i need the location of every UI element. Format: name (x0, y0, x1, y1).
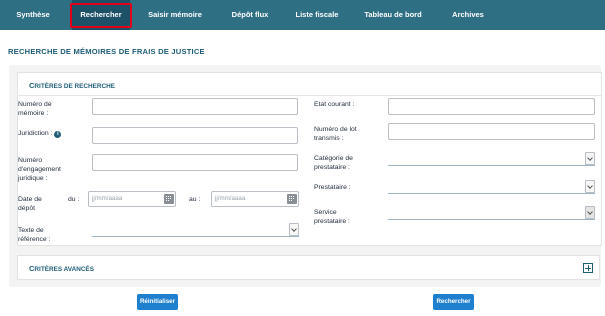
info-icon[interactable]: i (54, 131, 62, 138)
texte-ref-label-line2: référence : (18, 236, 51, 243)
service-prestataire-label: Service prestataire : (314, 208, 350, 226)
categorie-label-line2: prestataire : (314, 164, 350, 171)
numero-memoire-label-line2: mémoire : (18, 110, 49, 117)
disabled-select-handle (585, 206, 595, 219)
chevron-down-icon[interactable] (585, 180, 595, 193)
service-label-line2: prestataire : (314, 218, 350, 225)
criteria-title-rest: ritères de recherche (34, 83, 116, 90)
etat-courant-input[interactable] (388, 98, 595, 115)
numero-memoire-label: Numéro de mémoire : (18, 100, 52, 118)
texte-reference-label: Texte de référence : (18, 226, 51, 244)
expand-plus-icon[interactable] (583, 263, 593, 273)
engagement-label-line1: Numéro (18, 157, 43, 164)
reset-button[interactable]: Réinitialiser (137, 294, 178, 310)
juridiction-input[interactable] (92, 127, 298, 144)
date-from-input[interactable]: jj/mm/aaaa (88, 191, 176, 207)
numero-lot-label-line1: Numéro de lot (314, 126, 357, 133)
date-from-placeholder: jj/mm/aaaa (92, 195, 123, 202)
numero-lot-input[interactable] (388, 123, 595, 140)
date-depot-label-line1: Date de (18, 196, 42, 203)
advanced-criteria-title: Critères avancés (29, 264, 94, 273)
texte-reference-select[interactable] (92, 223, 299, 237)
date-to-input[interactable]: jj/mm/aaaa (211, 191, 299, 207)
numero-memoire-label-line1: Numéro de (18, 101, 52, 108)
engagement-label-line2: d'engagement (18, 166, 61, 173)
active-tab-highlight (70, 3, 132, 28)
numero-lot-label-line2: transmis : (314, 135, 344, 142)
criteria-section-title: Critères de recherche (29, 81, 115, 90)
page-title: Recherche de mémoires de frais de justic… (8, 47, 205, 56)
juridiction-label-text: Juridiction : (18, 130, 53, 137)
date-to-placeholder: jj/mm/aaaa (215, 195, 246, 202)
chevron-down-icon[interactable] (585, 152, 595, 165)
advanced-title-rest: ritères avancés (34, 266, 94, 273)
chevron-down-icon[interactable] (289, 223, 299, 236)
engagement-juridique-input[interactable] (92, 154, 298, 171)
service-label-line1: Service (314, 209, 337, 216)
section-divider (18, 95, 601, 96)
categorie-prestataire-label: Catégorie de prestataire : (314, 154, 353, 172)
search-panel: Critères de recherche Numéro de mémoire … (9, 65, 602, 287)
prestataire-label: Prestataire : (314, 184, 351, 191)
etat-courant-label: Etat courant : (314, 101, 355, 108)
tab-liste-fiscale[interactable]: Liste fiscale (286, 0, 348, 30)
service-prestataire-select[interactable] (388, 206, 595, 220)
categorie-label-line1: Catégorie de (314, 155, 353, 162)
categorie-prestataire-select[interactable] (388, 152, 595, 166)
date-depot-label: Date de dépôt (18, 195, 42, 213)
texte-ref-label-line1: Texte de (18, 227, 44, 234)
engagement-label-line3: juridique : (18, 175, 48, 182)
tab-synthese[interactable]: Synthèse (4, 0, 62, 30)
juridiction-label: Juridiction :i (18, 129, 62, 138)
tab-depot-flux[interactable]: Dépôt flux (220, 0, 280, 30)
numero-lot-label: Numéro de lot transmis : (314, 125, 357, 143)
numero-memoire-input[interactable] (92, 98, 298, 115)
tab-tableau-de-bord[interactable]: Tableau de bord (356, 0, 430, 30)
criteria-section: Critères de recherche Numéro de mémoire … (17, 72, 602, 246)
date-to-label: au : (189, 196, 201, 203)
search-button[interactable]: Rechercher (433, 294, 474, 310)
calendar-icon[interactable] (164, 194, 174, 204)
tab-saisir-memoire[interactable]: Saisir mémoire (138, 0, 212, 30)
date-depot-label-line2: dépôt (18, 205, 36, 212)
prestataire-select[interactable] (388, 180, 595, 194)
date-from-label: du : (68, 196, 80, 203)
calendar-icon[interactable] (287, 194, 297, 204)
engagement-juridique-label: Numéro d'engagement juridique : (18, 156, 61, 183)
tab-archives[interactable]: Archives (440, 0, 496, 30)
advanced-criteria-section[interactable]: Critères avancés (17, 255, 600, 280)
